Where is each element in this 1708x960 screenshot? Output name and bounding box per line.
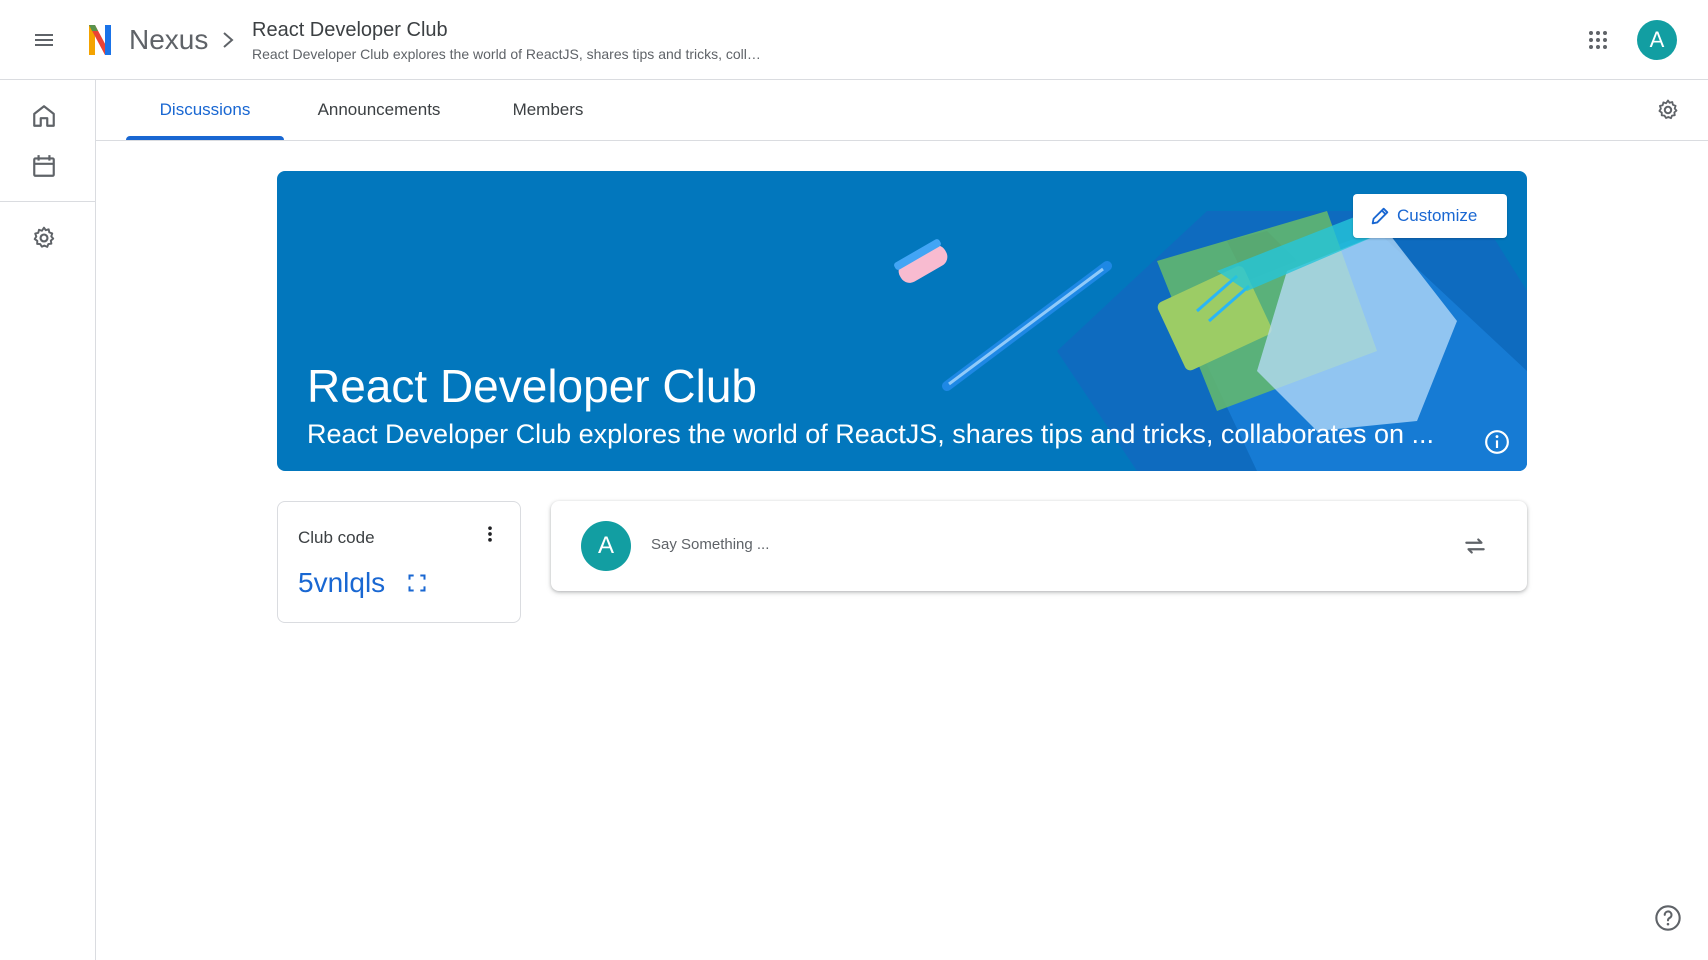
help-button[interactable]	[1648, 898, 1688, 938]
calendar-icon	[33, 155, 55, 177]
club-code-label: Club code	[298, 528, 375, 547]
rail-item-calendar[interactable]	[24, 146, 64, 186]
rail-item-home[interactable]	[24, 96, 64, 136]
breadcrumb-subtitle: React Developer Club explores the world …	[252, 46, 761, 62]
nexus-logo[interactable]	[86, 22, 120, 58]
tab-bar: Discussions Announcements Members	[96, 80, 1708, 141]
hamburger-menu-icon	[35, 34, 53, 46]
tab-members[interactable]: Members	[474, 80, 622, 140]
chevron-right-icon	[223, 32, 234, 48]
active-tab-indicator	[126, 136, 284, 140]
tab-label: Discussions	[159, 100, 251, 119]
customize-button[interactable]: Customize	[1353, 194, 1507, 238]
pencil-icon	[1371, 207, 1389, 225]
help-icon	[1655, 905, 1681, 931]
composer-avatar: A	[581, 521, 631, 571]
main-menu-button[interactable]	[24, 20, 64, 60]
tab-discussions[interactable]: Discussions	[126, 80, 284, 140]
tab-label: Announcements	[317, 100, 441, 119]
left-navigation-rail	[0, 80, 96, 960]
account-avatar[interactable]: A	[1637, 20, 1677, 60]
rail-item-settings[interactable]	[24, 218, 64, 258]
repost-button[interactable]	[1455, 526, 1495, 566]
club-settings-button[interactable]	[1648, 90, 1688, 130]
club-code-value: 5vnlqls	[298, 567, 386, 598]
top-app-bar: Nexus React Developer Club React Develop…	[0, 0, 1708, 80]
repeat-icon	[1465, 538, 1485, 554]
banner-description: React Developer Club explores the world …	[307, 419, 1435, 449]
apps-launcher-button[interactable]	[1578, 20, 1618, 60]
google-apps-grid-icon	[1589, 31, 1607, 49]
tab-label: Members	[512, 100, 584, 119]
rail-divider	[0, 201, 95, 202]
gear-icon	[33, 226, 55, 248]
club-banner: Customize React Developer Club React Dev…	[277, 171, 1527, 471]
app-name[interactable]: Nexus	[129, 22, 208, 58]
home-icon	[33, 105, 55, 127]
banner-title: React Developer Club	[307, 360, 758, 412]
post-composer[interactable]: A Say Something ...	[551, 501, 1527, 591]
tab-announcements[interactable]: Announcements	[284, 80, 474, 140]
composer-placeholder[interactable]: Say Something ...	[651, 536, 769, 553]
club-info-button[interactable]	[1482, 427, 1512, 457]
breadcrumb-title[interactable]: React Developer Club	[252, 17, 448, 43]
club-code-more-button[interactable]	[474, 518, 506, 550]
fullscreen-icon	[408, 574, 426, 592]
customize-label: Customize	[1397, 206, 1478, 225]
club-code-card: Club code 5vnlqls	[277, 501, 521, 623]
club-code-fullscreen-button[interactable]	[404, 570, 430, 596]
info-icon	[1485, 430, 1509, 454]
gear-icon	[1658, 99, 1678, 120]
more-vert-icon	[488, 526, 492, 542]
